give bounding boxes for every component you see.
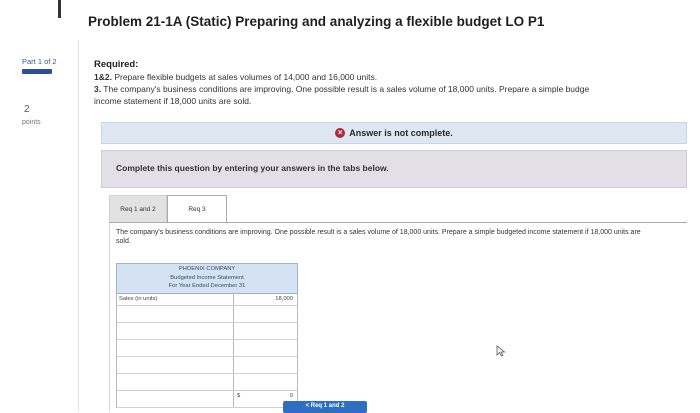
row-value-input[interactable]: 18,000 bbox=[234, 294, 297, 305]
table-row bbox=[116, 356, 298, 374]
sidebar-divider bbox=[78, 40, 79, 411]
points-label: points bbox=[22, 119, 41, 126]
required-item-3-text: The company's business conditions are im… bbox=[101, 84, 590, 94]
answer-status-bar: × Answer is not complete. bbox=[101, 122, 687, 144]
required-item-3: 3. The company's business conditions are… bbox=[94, 84, 589, 94]
row-value-input[interactable] bbox=[234, 357, 297, 373]
instruction-box: Complete this question by entering your … bbox=[101, 150, 687, 188]
answer-status-text: Answer is not complete. bbox=[349, 128, 453, 138]
row-label-input[interactable] bbox=[117, 339, 234, 356]
table-row-total: $ 0 bbox=[116, 390, 298, 408]
row-label-input[interactable] bbox=[117, 305, 234, 322]
statement-header: PHOENIX COMPANY Budgeted Income Statemen… bbox=[116, 263, 298, 294]
statement-period: For Year Ended December 31 bbox=[168, 283, 246, 290]
row-value-input[interactable] bbox=[234, 306, 297, 322]
required-item-3-continued: income statement if 18,000 units are sol… bbox=[94, 96, 252, 106]
row-value-input[interactable] bbox=[234, 340, 297, 356]
table-row bbox=[116, 373, 298, 391]
row-label-input[interactable] bbox=[117, 373, 234, 390]
sidebar: Part 1 of 2 2 points bbox=[0, 0, 78, 411]
points-value: 2 bbox=[24, 104, 30, 115]
table-row bbox=[116, 339, 298, 357]
budgeted-income-statement: PHOENIX COMPANY Budgeted Income Statemen… bbox=[116, 263, 298, 408]
required-item-1-number: 1&2. bbox=[94, 72, 112, 82]
required-heading: Required: bbox=[94, 59, 139, 70]
panel-instruction-text: The company's business conditions are im… bbox=[116, 229, 641, 245]
statement-company: PHOENIX COMPANY bbox=[178, 266, 236, 272]
table-row bbox=[116, 305, 298, 323]
table-row bbox=[116, 322, 298, 340]
mouse-cursor-icon bbox=[496, 345, 506, 357]
required-item-1: 1&2. Prepare flexible budgets at sales v… bbox=[94, 72, 377, 82]
prev-tab-button[interactable]: < Req 1 and 2 bbox=[283, 401, 367, 413]
tab-req-3[interactable]: Req 3 bbox=[167, 195, 227, 223]
page-title: Problem 21-1A (Static) Preparing and ana… bbox=[88, 14, 545, 29]
x-circle-icon: × bbox=[335, 128, 346, 138]
tab-req-1-and-2[interactable]: Req 1 and 2 bbox=[109, 195, 167, 223]
row-label-input[interactable] bbox=[117, 356, 234, 373]
row-value-input[interactable] bbox=[234, 323, 297, 339]
table-row: Sales (in units) 18,000 bbox=[116, 293, 298, 306]
part-progress-bar bbox=[22, 69, 52, 74]
required-item-1-text: Prepare flexible budgets at sales volume… bbox=[111, 72, 378, 82]
row-value-input[interactable] bbox=[234, 374, 297, 390]
row-label-input[interactable] bbox=[117, 390, 234, 407]
part-indicator: Part 1 of 2 bbox=[22, 57, 57, 66]
row-label-input[interactable]: Sales (in units) bbox=[117, 293, 234, 305]
total-currency: $ bbox=[237, 392, 241, 399]
row-label-input[interactable] bbox=[117, 322, 234, 339]
statement-name: Budgeted Income Statement bbox=[170, 274, 244, 281]
